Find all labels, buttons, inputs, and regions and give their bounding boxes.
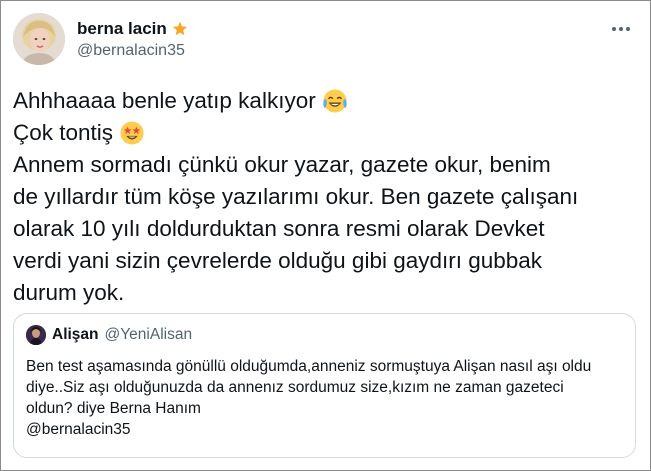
star-icon bbox=[171, 20, 189, 38]
quoted-tweet-mention[interactable]: @bernalacin35 bbox=[26, 419, 626, 440]
quoted-tweet[interactable]: Alişan @YeniAlisan Ben test aşamasında g… bbox=[13, 313, 636, 458]
laughing-tears-emoji bbox=[322, 88, 348, 114]
author-display-name[interactable]: berna lacin bbox=[77, 19, 167, 39]
author-name-row: berna lacin bbox=[77, 19, 189, 39]
star-eyes-emoji bbox=[119, 120, 145, 146]
tweet-line: verdi yani sizin çevrelerde olduğu gibi … bbox=[13, 248, 543, 273]
tweet-line: durum yok. bbox=[13, 280, 125, 305]
tweet-line: Çok tontiş bbox=[13, 117, 638, 149]
tweet-text: Ahhhaaaa benle yatıp kalkıyor Çok tontiş bbox=[13, 85, 638, 309]
tweet-header: berna lacin @bernalacin35 bbox=[13, 9, 638, 69]
quoted-author-name[interactable]: Alişan bbox=[52, 326, 99, 344]
quoted-tweet-line: Ben test aşamasında gönüllü olduğumda,an… bbox=[26, 358, 592, 375]
author-avatar[interactable] bbox=[13, 13, 65, 65]
quoted-tweet-line: oldun? diye Berna Hanım bbox=[26, 400, 201, 417]
tweet-line: olarak 10 yılı doldurduktan sonra resmi … bbox=[13, 216, 545, 241]
quoted-tweet-line: diye..Siz aşı olduğunuzda da annenız sor… bbox=[26, 379, 564, 396]
quoted-tweet-text: Ben test aşamasında gönüllü olduğumda,an… bbox=[26, 356, 626, 440]
tweet-line: Annem sormadı çünkü okur yazar, gazete o… bbox=[13, 152, 551, 177]
more-options-icon[interactable] bbox=[608, 19, 634, 39]
quoted-author-avatar[interactable] bbox=[26, 325, 46, 345]
tweet-line: de yıllardır tüm köşe yazılarımı okur. B… bbox=[13, 184, 579, 209]
tweet-card: berna lacin @bernalacin35 Ahhhaaaa benle… bbox=[0, 0, 651, 471]
author-handle[interactable]: @bernalacin35 bbox=[77, 42, 185, 60]
quoted-tweet-header: Alişan @YeniAlisan bbox=[26, 325, 192, 345]
quoted-author-handle[interactable]: @YeniAlisan bbox=[105, 326, 193, 344]
tweet-line: Ahhhaaaa benle yatıp kalkıyor bbox=[13, 85, 638, 117]
